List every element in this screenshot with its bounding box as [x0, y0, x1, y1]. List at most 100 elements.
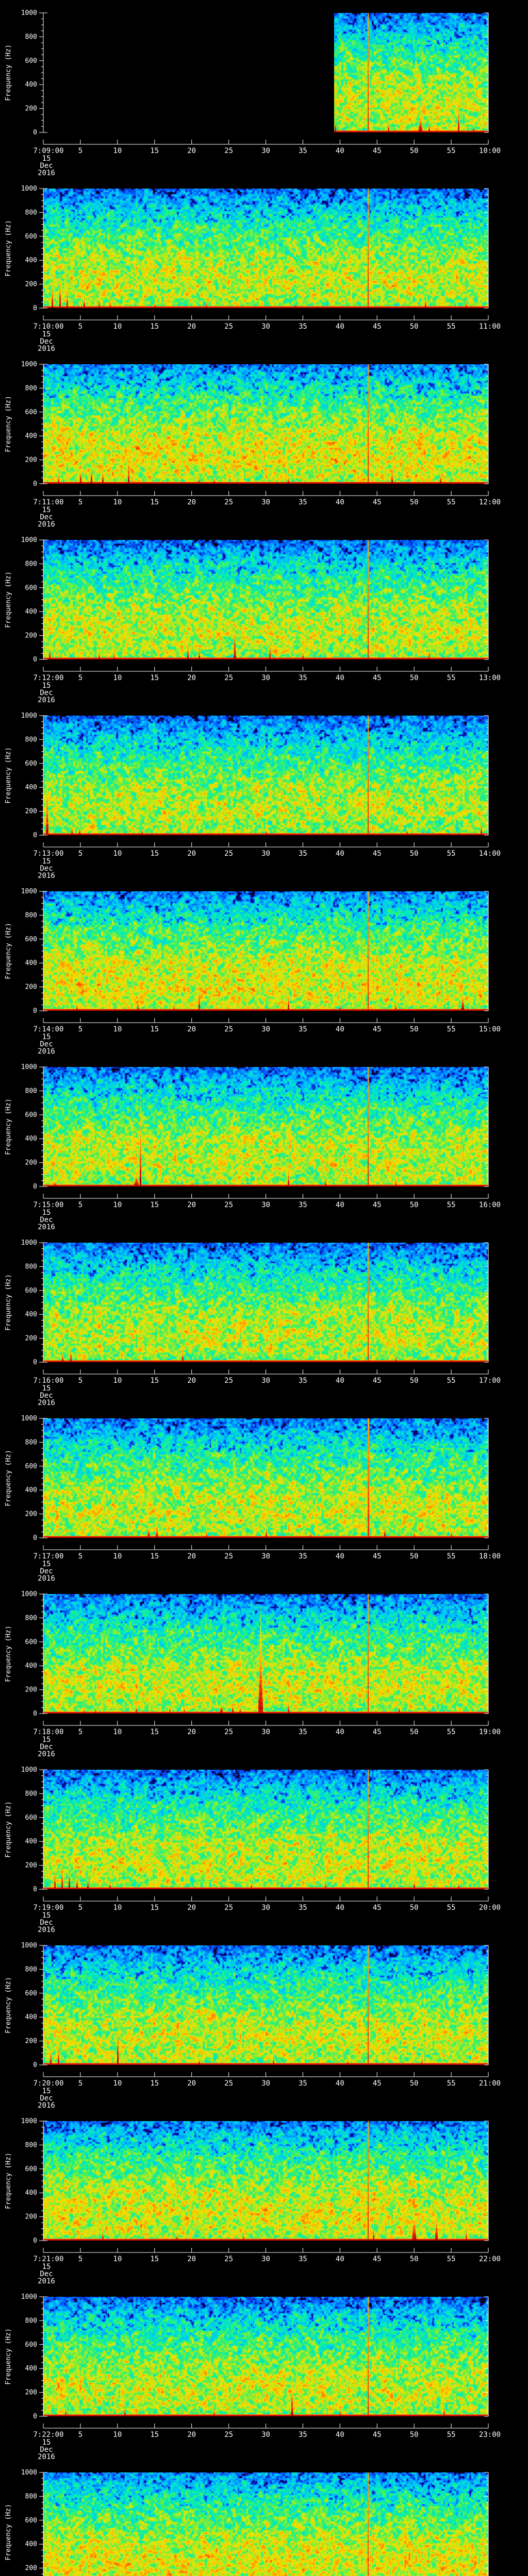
x-minute-label: 25 — [224, 147, 233, 155]
y-tick-label: 200 — [25, 1511, 37, 1518]
x-end-time-label: 13:00 — [479, 674, 501, 682]
y-tick-label: 0 — [33, 832, 37, 839]
x-minute-label: 35 — [299, 1728, 307, 1736]
panel-axes: 1000 800 600 400 200 0 Frequency (Hz) 7:20:00 5 1… — [5, 1942, 501, 2108]
x-minute-label: 40 — [336, 147, 344, 155]
x-minute-label: 35 — [299, 1552, 307, 1561]
y-tick-label: 0 — [33, 2061, 37, 2069]
y-tick-label: 400 — [25, 1662, 37, 1670]
x-minute-label: 25 — [224, 1201, 233, 1209]
spectrogram-panel: 1000 800 600 400 200 0 Frequency (Hz) 7:10:00 5 1… — [0, 176, 528, 351]
x-start-time-label: 7:22:00 — [33, 2431, 63, 2439]
y-tick-label: 1000 — [21, 1590, 37, 1598]
x-minute-label: 5 — [78, 2255, 82, 2263]
y-tick-label: 1000 — [21, 2293, 37, 2301]
y-tick-label: 600 — [25, 1638, 37, 1646]
x-minute-label: 15 — [150, 323, 159, 331]
x-minute-label: 50 — [410, 323, 419, 331]
panel-axes: 1000 800 600 400 200 0 Frequency (Hz) 7:10:00 5 1… — [5, 185, 501, 351]
x-minute-label: 5 — [78, 147, 82, 155]
x-minute-label: 15 — [150, 1025, 159, 1033]
x-minute-label: 5 — [78, 1377, 82, 1385]
panel-axes: 1000 800 600 400 200 0 Frequency (Hz) 7:17:00 5 1… — [5, 1415, 501, 1581]
y-tick-label: 800 — [25, 209, 37, 216]
y-tick-label: 0 — [33, 1886, 37, 1893]
x-axis-date-line: 2016 — [38, 520, 55, 527]
y-axis-title: Frequency (Hz) — [5, 1801, 12, 1858]
x-start-time-label: 7:14:00 — [33, 1025, 63, 1033]
x-minute-label: 40 — [336, 2431, 344, 2439]
x-minute-label: 20 — [187, 2431, 196, 2439]
x-minute-label: 40 — [336, 1552, 344, 1561]
x-minute-label: 5 — [78, 1201, 82, 1209]
x-minute-label: 50 — [410, 850, 419, 858]
panel-axes: 1000 800 600 400 200 0 Frequency (Hz) 7:11:00 5 1… — [5, 361, 501, 527]
x-minute-label: 50 — [410, 1904, 419, 1912]
spectrogram-panel: 1000 800 600 400 200 0 Frequency (Hz) 7:17:00 5 1… — [0, 1405, 528, 1581]
x-end-time-label: 15:00 — [479, 1025, 501, 1033]
y-axis-title: Frequency (Hz) — [5, 571, 12, 628]
x-minute-label: 5 — [78, 498, 82, 506]
panel-axes: 1000 800 600 400 200 0 Frequency (Hz) 7:22:00 5 1… — [5, 2293, 501, 2460]
x-minute-label: 35 — [299, 2079, 307, 2088]
y-tick-label: 400 — [25, 81, 37, 89]
x-minute-label: 30 — [261, 1025, 270, 1033]
axis-lines-and-ticks — [39, 2472, 489, 2576]
y-tick-label: 1000 — [21, 888, 37, 895]
x-minute-label: 35 — [299, 1201, 307, 1209]
x-end-time-label: 18:00 — [479, 1552, 501, 1561]
y-axis-title: Frequency (Hz) — [5, 1450, 12, 1506]
y-tick-label: 400 — [25, 2365, 37, 2372]
x-end-time-label: 17:00 — [479, 1377, 501, 1385]
x-minute-label: 55 — [447, 2431, 456, 2439]
x-minute-label: 25 — [224, 1025, 233, 1033]
y-tick-label: 200 — [25, 808, 37, 816]
y-tick-label: 800 — [25, 384, 37, 392]
y-tick-label: 800 — [25, 560, 37, 568]
axis-lines-and-ticks — [39, 891, 489, 1023]
y-tick-label: 800 — [25, 1263, 37, 1270]
x-minute-label: 45 — [373, 1377, 382, 1385]
y-tick-label: 800 — [25, 1965, 37, 1973]
y-tick-label: 600 — [25, 1111, 37, 1119]
x-axis-date-line: 2016 — [38, 1047, 55, 1054]
x-minute-label: 35 — [299, 1025, 307, 1033]
x-minute-label: 45 — [373, 147, 382, 155]
y-tick-label: 600 — [25, 2517, 37, 2524]
x-minute-label: 10 — [113, 498, 122, 506]
x-minute-label: 10 — [113, 850, 122, 858]
y-tick-label: 1000 — [21, 1239, 37, 1247]
x-minute-label: 5 — [78, 850, 82, 858]
y-tick-label: 200 — [25, 1686, 37, 1694]
x-minute-label: 50 — [410, 2079, 419, 2088]
x-minute-label: 45 — [373, 2431, 382, 2439]
y-tick-label: 200 — [25, 2038, 37, 2045]
x-end-time-label: 22:00 — [479, 2255, 501, 2263]
y-tick-label: 800 — [25, 2317, 37, 2325]
x-minute-label: 15 — [150, 498, 159, 506]
x-minute-label: 50 — [410, 674, 419, 682]
x-axis-date-line: 2016 — [38, 872, 55, 878]
x-minute-label: 25 — [224, 674, 233, 682]
x-minute-label: 55 — [447, 1728, 456, 1736]
y-tick-label: 200 — [25, 2213, 37, 2221]
y-tick-label: 0 — [33, 304, 37, 312]
spectrogram-panel: 10008006004002000Frequency (Hz)7:23:0051… — [0, 2460, 528, 2576]
x-minute-label: 45 — [373, 1728, 382, 1736]
x-minute-label: 20 — [187, 674, 196, 682]
y-tick-label: 1000 — [21, 1766, 37, 1774]
x-minute-label: 30 — [261, 2255, 270, 2263]
y-axis-title: Frequency (Hz) — [5, 220, 12, 277]
x-minute-label: 30 — [261, 1904, 270, 1912]
x-axis-date-line: 2016 — [38, 1399, 55, 1405]
y-tick-label: 0 — [33, 656, 37, 664]
y-axis-title: Frequency (Hz) — [5, 396, 12, 452]
x-minute-label: 55 — [447, 2079, 456, 2088]
x-start-time-label: 7:17:00 — [33, 1552, 63, 1561]
x-minute-label: 50 — [410, 1552, 419, 1561]
y-tick-label: 1000 — [21, 361, 37, 368]
x-minute-label: 55 — [447, 1552, 456, 1561]
x-axis-date-line: 2016 — [38, 1574, 55, 1581]
x-minute-label: 40 — [336, 674, 344, 682]
y-tick-label: 400 — [25, 784, 37, 791]
